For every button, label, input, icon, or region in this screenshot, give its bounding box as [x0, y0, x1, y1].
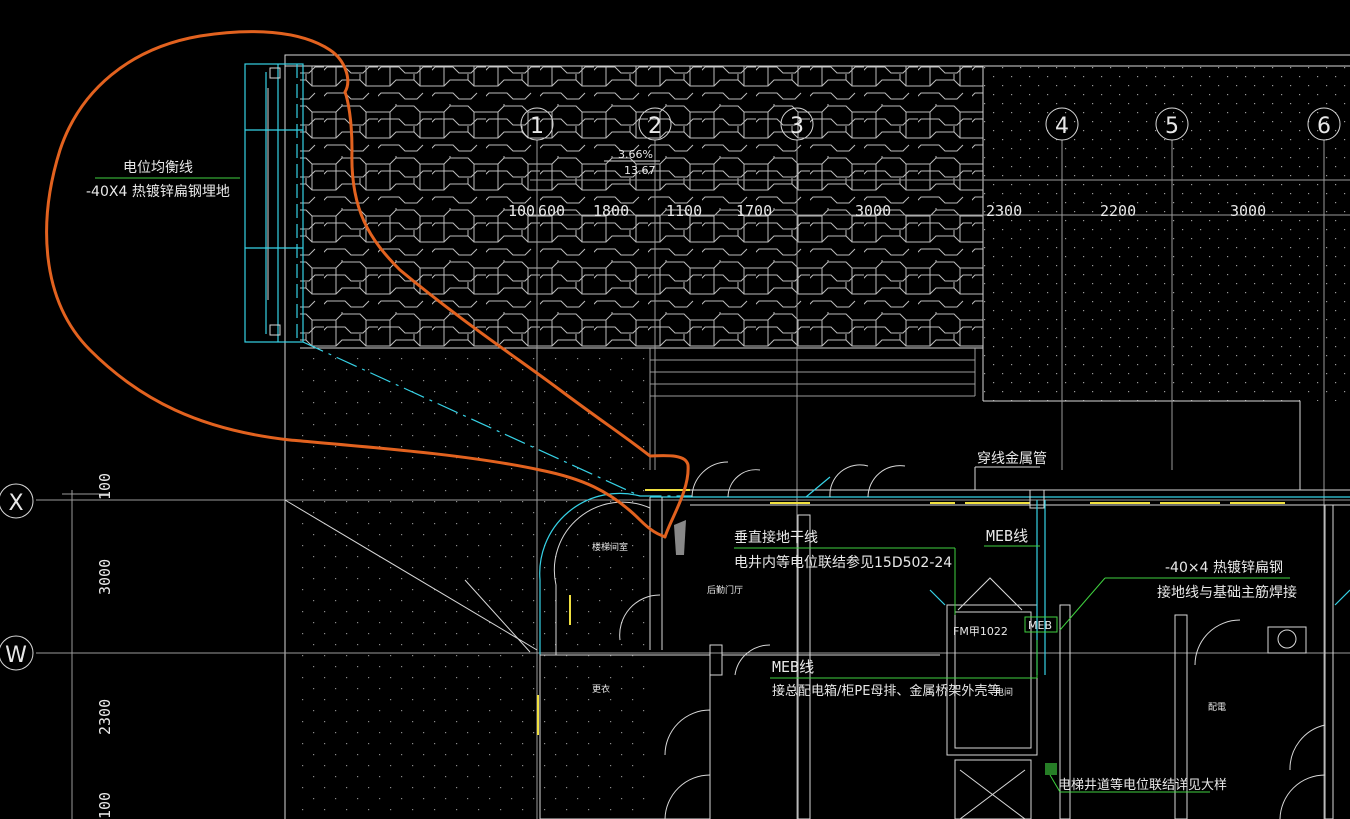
ground-electrode-strip: 电位均衡线 -40X4 热镀锌扁钢埋地 — [86, 63, 304, 343]
foundation-weld-label: 接地线与基础主筋焊接 — [1157, 584, 1297, 601]
fire-door-label: FM甲1022 — [953, 625, 1008, 638]
meb-line-label: MEB线 — [986, 527, 1028, 545]
axis-label: 1 — [530, 114, 544, 139]
left-dimensions: 100 3000 2300 100 — [62, 473, 114, 819]
meb-box-label: MEB — [1028, 619, 1052, 632]
dim-text: 100 — [96, 473, 114, 500]
axis-label: 4 — [1055, 114, 1069, 139]
shaft-bonding-label: 电井内等电位联结参见15D502-24 — [734, 554, 952, 571]
axis-label: 6 — [1317, 114, 1331, 139]
slope-percent: 3.66% — [618, 148, 653, 161]
room-label: 楼梯间室 — [592, 541, 628, 553]
pe-connect-label: 接总配电箱/柜PE母排、金属桥架外壳等 — [772, 683, 1000, 699]
vertical-ground-label: 垂直接地干线 — [734, 529, 818, 546]
dim-text: 3000 — [855, 202, 891, 220]
axis-label: 2 — [648, 114, 662, 139]
metal-conduit-label: 穿线金属管 — [977, 451, 1047, 467]
entrance-steps — [649, 348, 976, 470]
axis-bubble-X: X — [0, 483, 34, 519]
dim-text: 100 — [96, 792, 114, 819]
dim-text: 600 — [538, 202, 565, 220]
exterior-wall-x — [645, 461, 1350, 509]
axis-label: 3 — [790, 114, 804, 139]
equipotential-line-label: 电位均衡线 — [123, 160, 193, 176]
dim-text: 100 — [508, 202, 535, 220]
elevator-bonding-label: 电梯井道等电位联结详见大样 — [1058, 777, 1227, 793]
meb-line-2-label: MEB线 — [772, 658, 814, 676]
room-label: 配電 — [1208, 702, 1226, 713]
dim-text: 3000 — [96, 559, 114, 595]
axis-label: X — [8, 491, 23, 516]
room-label: 后勤门厅 — [707, 584, 743, 596]
slope-elevation: 13.67 — [624, 164, 656, 177]
dim-text: 2300 — [96, 699, 114, 735]
axis-label: 5 — [1165, 114, 1179, 139]
dim-text: 2200 — [1100, 202, 1136, 220]
dim-text: 2300 — [986, 202, 1022, 220]
dim-text: 1800 — [593, 202, 629, 220]
room-label: 更衣 — [592, 683, 610, 695]
ground-steel-label: -40X4 热镀锌扁钢埋地 — [86, 183, 230, 200]
axis-label: W — [5, 643, 27, 668]
dim-text: 1100 — [666, 202, 702, 220]
axis-bubble-W: W — [0, 635, 34, 671]
cad-drawing: 1 2 3 4 5 6 X W 100 600 1800 1100 1700 3… — [0, 30, 1350, 819]
steel-strip-label: -40×4 热镀锌扁钢 — [1165, 559, 1283, 576]
dim-text: 3000 — [1230, 202, 1266, 220]
dim-text: 1700 — [736, 202, 772, 220]
